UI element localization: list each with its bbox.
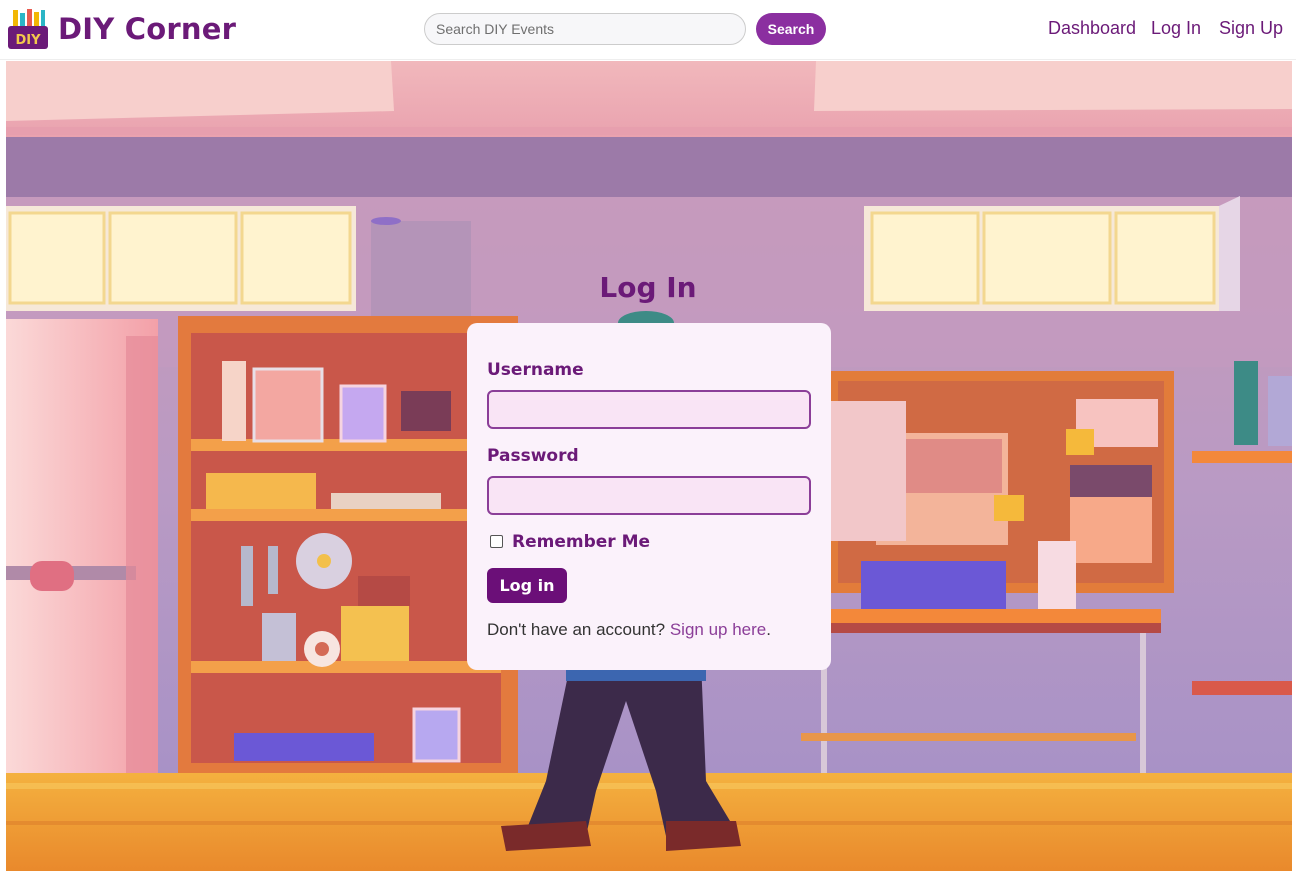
svg-text:DIY: DIY [15,33,41,48]
password-label: Password [487,446,579,466]
password-field[interactable] [487,476,811,515]
search-button[interactable]: Search [756,13,826,45]
login-card: Username Password Remember Me Log in Don… [467,323,831,670]
remember-me-checkbox[interactable] [490,535,503,548]
signup-prompt-text: Don't have an account? [487,620,666,639]
signup-prompt-line: Don't have an account? Sign up here. [487,620,771,640]
signup-link[interactable]: Sign up here [670,620,766,639]
nav-dashboard-link[interactable]: Dashboard [1048,18,1136,39]
page-title: Log In [599,271,697,304]
top-navbar: DIY DIY Corner Search Dashboard Log In S… [0,0,1296,60]
nav-signup-link[interactable]: Sign Up [1219,18,1283,39]
toolbox-logo-icon[interactable]: DIY [7,7,49,49]
username-label: Username [487,360,584,380]
remember-me-label[interactable]: Remember Me [512,532,650,552]
search-input[interactable] [424,13,746,45]
brand-title[interactable]: DIY Corner [58,12,236,46]
nav-login-link[interactable]: Log In [1151,18,1201,39]
username-field[interactable] [487,390,811,429]
signup-suffix: . [766,620,771,639]
login-submit-button[interactable]: Log in [487,568,567,603]
